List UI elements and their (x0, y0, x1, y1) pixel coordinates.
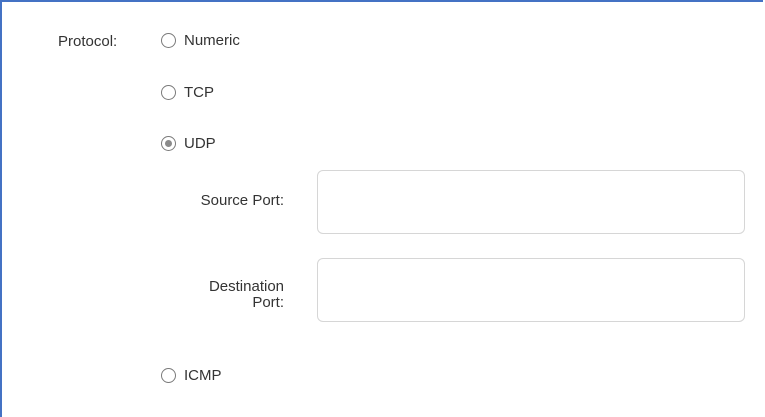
radio-udp[interactable] (161, 136, 176, 151)
protocol-label: Protocol: (58, 33, 118, 50)
radio-option-tcp[interactable]: TCP (161, 84, 214, 101)
radio-tcp[interactable] (161, 85, 176, 100)
radio-option-numeric[interactable]: Numeric (161, 32, 240, 49)
radio-icmp[interactable] (161, 368, 176, 383)
source-port-input[interactable] (317, 170, 745, 234)
radio-option-icmp[interactable]: ICMP (161, 367, 222, 384)
destination-port-label-line2: Port: (252, 294, 284, 311)
radio-option-udp[interactable]: UDP (161, 135, 216, 152)
protocol-settings-panel: Protocol: Numeric TCP UDP Source Port: D… (0, 0, 763, 417)
destination-port-label: Destination Port: (184, 279, 284, 311)
radio-label-numeric: Numeric (184, 32, 240, 49)
radio-numeric[interactable] (161, 33, 176, 48)
destination-port-input[interactable] (317, 258, 745, 322)
radio-label-tcp: TCP (184, 84, 214, 101)
source-port-label: Source Port: (200, 192, 284, 209)
radio-label-icmp: ICMP (184, 367, 222, 384)
destination-port-label-line1: Destination (208, 278, 284, 295)
radio-label-udp: UDP (184, 135, 216, 152)
